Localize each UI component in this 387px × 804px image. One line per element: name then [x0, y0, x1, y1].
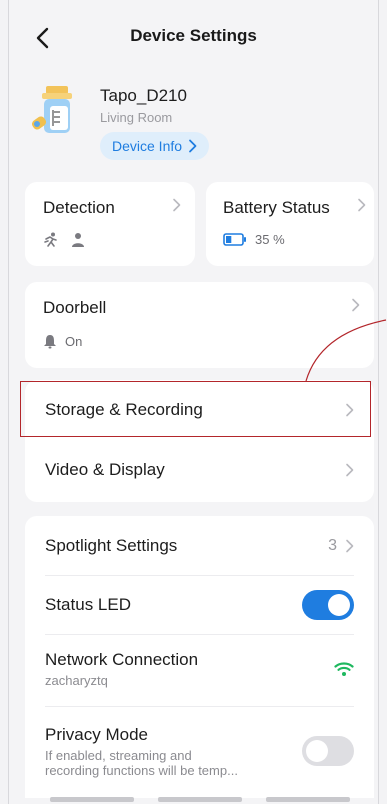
privacy-mode-label: Privacy Mode [45, 724, 148, 744]
nav-indicator[interactable] [158, 797, 242, 802]
network-connection-label: Network Connection [45, 650, 199, 669]
device-summary: Tapo_D210 Living Room Device Info [28, 84, 358, 164]
battery-level: 35 % [223, 232, 285, 247]
network-ssid: zacharyztq [45, 673, 108, 688]
network-connection-row[interactable]: Network Connection zacharyztq [25, 634, 374, 704]
system-nav-bar [0, 797, 387, 804]
video-display-label: Video & Display [45, 460, 165, 479]
device-room: Living Room [100, 110, 173, 125]
device-info-label: Device Info [112, 138, 183, 154]
privacy-mode-description: If enabled, streaming and recording func… [45, 748, 238, 778]
toggle-knob [306, 740, 328, 762]
privacy-desc-line2: recording functions will be temp... [45, 762, 238, 778]
chevron-right-icon [346, 539, 354, 553]
status-led-label: Status LED [45, 595, 131, 614]
device-options-card: Spotlight Settings 3 Status LED Network … [25, 516, 374, 798]
privacy-mode-row: Privacy Mode If enabled, streaming and r… [25, 710, 374, 792]
spotlight-settings-value: 3 [328, 537, 337, 554]
toggle-knob [328, 594, 350, 616]
divider [45, 706, 354, 707]
device-name: Tapo_D210 [100, 86, 187, 105]
app-header: Device Settings [8, 16, 379, 60]
privacy-desc-line1: If enabled, streaming and [45, 747, 192, 763]
doorbell-label: Doorbell [43, 298, 107, 317]
person-icon [72, 233, 84, 247]
doorbell-status-text: On [65, 334, 83, 349]
detection-tile[interactable]: Detection [25, 182, 195, 266]
page-title: Device Settings [130, 26, 257, 45]
motion-person-icon [44, 232, 57, 247]
spotlight-settings-row[interactable]: Spotlight Settings 3 [25, 516, 374, 576]
status-led-row: Status LED [25, 575, 374, 635]
doorbell-status: On [43, 334, 82, 349]
video-display-row[interactable]: Video & Display [25, 440, 374, 500]
nav-indicator[interactable] [50, 797, 134, 802]
nav-indicator[interactable] [266, 797, 350, 802]
battery-icon [223, 233, 246, 246]
chevron-right-icon [189, 139, 197, 153]
doorbell-device-icon [31, 86, 72, 133]
chevron-right-icon [173, 198, 181, 212]
detection-label: Detection [43, 198, 115, 217]
battery-status-label: Battery Status [223, 198, 330, 217]
chevron-right-icon [346, 463, 354, 477]
device-info-button[interactable]: Device Info [100, 132, 210, 160]
spotlight-settings-label: Spotlight Settings [45, 536, 178, 555]
privacy-mode-toggle[interactable] [302, 736, 354, 766]
wifi-icon [334, 662, 354, 676]
battery-status-tile[interactable]: Battery Status 35 % [206, 182, 374, 266]
battery-percentage: 35 % [255, 232, 285, 247]
annotation-curve [305, 319, 387, 382]
chevron-right-icon [358, 198, 366, 212]
chevron-right-icon [352, 298, 360, 312]
highlight-annotation-box [20, 381, 371, 437]
status-led-toggle[interactable] [302, 590, 354, 620]
bell-icon [44, 335, 56, 349]
